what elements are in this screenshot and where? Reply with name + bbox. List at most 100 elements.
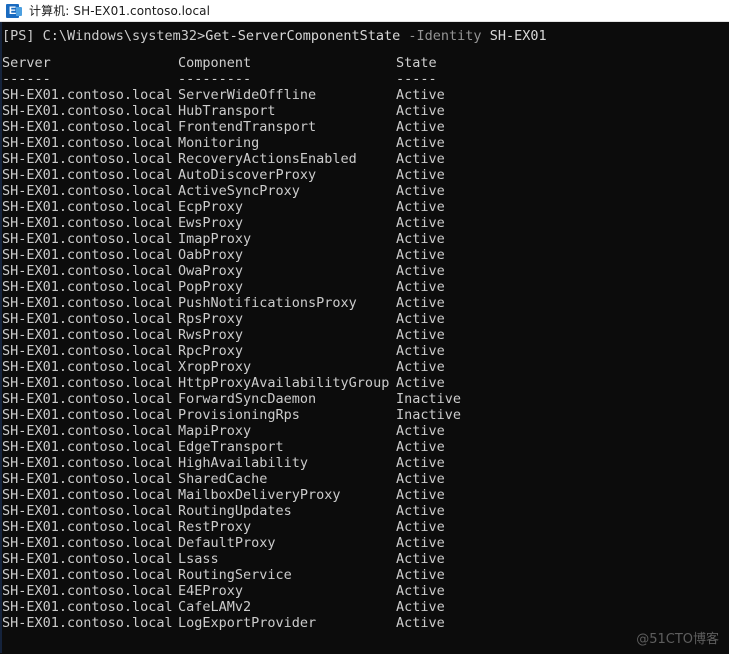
cell-state: Active <box>396 231 445 247</box>
table-row: SH-EX01.contoso.local MailboxDeliveryProx… <box>2 487 729 503</box>
cell-component: ProvisioningRps <box>178 407 300 423</box>
cell-server: SH-EX01.contoso.local <box>2 295 173 311</box>
cell-server: SH-EX01.contoso.local <box>2 231 173 247</box>
cell-component: FrontendTransport <box>178 119 317 135</box>
table-row: SH-EX01.contoso.local DefaultProxy Active <box>2 535 729 551</box>
table-row: SH-EX01.contoso.local RwsProxy Active <box>2 327 729 343</box>
table-row: SH-EX01.contoso.local ImapProxy Active <box>2 231 729 247</box>
command-parameter: -Identity <box>400 28 482 44</box>
cell-component: MailboxDeliveryProxy <box>178 487 341 503</box>
table-row: SH-EX01.contoso.local EcpProxy Active <box>2 199 729 215</box>
table-row: SH-EX01.contoso.local ServerWideOffline Ac… <box>2 87 729 103</box>
cell-component: ServerWideOffline <box>178 87 317 103</box>
underline-server: ------ <box>2 71 51 87</box>
cell-server: SH-EX01.contoso.local <box>2 327 173 343</box>
cell-server: SH-EX01.contoso.local <box>2 247 173 263</box>
cell-component: RecoveryActionsEnabled <box>178 151 357 167</box>
cell-component: CafeLAMv2 <box>178 599 252 615</box>
cell-server: SH-EX01.contoso.local <box>2 583 173 599</box>
cell-state: Active <box>396 423 445 439</box>
table-row: SH-EX01.contoso.local PopProxy Active <box>2 279 729 295</box>
table-row: SH-EX01.contoso.local HttpProxyAvailabili… <box>2 375 729 391</box>
cell-state: Active <box>396 199 445 215</box>
table-row: SH-EX01.contoso.local ForwardSyncDaemon In… <box>2 391 729 407</box>
table-row: SH-EX01.contoso.local AutoDiscoverProxy Ac… <box>2 167 729 183</box>
powershell-console[interactable]: [PS] C:\Windows\system32>Get-ServerCompo… <box>0 22 729 653</box>
table-row: SH-EX01.contoso.local CafeLAMv2 Active <box>2 599 729 615</box>
cell-component: Monitoring <box>178 135 260 151</box>
table-row: SH-EX01.contoso.local SharedCache Active <box>2 471 729 487</box>
cell-server: SH-EX01.contoso.local <box>2 279 173 295</box>
cell-component: ImapProxy <box>178 231 252 247</box>
table-row: SH-EX01.contoso.local EwsProxy Active <box>2 215 729 231</box>
cell-state: Active <box>396 135 445 151</box>
cell-state: Active <box>396 295 445 311</box>
cell-component: DefaultProxy <box>178 535 276 551</box>
cell-component: Lsass <box>178 551 219 567</box>
cell-server: SH-EX01.contoso.local <box>2 199 173 215</box>
cell-state: Active <box>396 87 445 103</box>
cell-state: Active <box>396 119 445 135</box>
cell-component: OwaProxy <box>178 263 244 279</box>
cell-server: SH-EX01.contoso.local <box>2 599 173 615</box>
cell-state: Active <box>396 455 445 471</box>
table-row: SH-EX01.contoso.local ProvisioningRps Inac… <box>2 407 729 423</box>
cell-state: Inactive <box>396 391 462 407</box>
table-row: SH-EX01.contoso.local RoutingUpdates Activ… <box>2 503 729 519</box>
cell-server: SH-EX01.contoso.local <box>2 567 173 583</box>
cell-state: Active <box>396 327 445 343</box>
cell-component: HighAvailability <box>178 455 309 471</box>
cell-component: RpcProxy <box>178 343 244 359</box>
cell-server: SH-EX01.contoso.local <box>2 167 173 183</box>
table-body: SH-EX01.contoso.local ServerWideOffline Ac… <box>2 87 729 631</box>
command-line: [PS] C:\Windows\system32>Get-ServerCompo… <box>2 28 729 44</box>
cell-state: Active <box>396 471 445 487</box>
cell-server: SH-EX01.contoso.local <box>2 487 173 503</box>
cell-component: RoutingUpdates <box>178 503 292 519</box>
cell-state: Active <box>396 359 445 375</box>
cell-component: HttpProxyAvailabilityGroup <box>178 375 390 391</box>
cell-component: RwsProxy <box>178 327 244 343</box>
cell-state: Active <box>396 439 445 455</box>
cell-component: RoutingService <box>178 567 292 583</box>
column-header-component: Component <box>178 55 252 71</box>
cell-state: Active <box>396 279 445 295</box>
cell-component: PopProxy <box>178 279 244 295</box>
cell-state: Active <box>396 551 445 567</box>
window-title: 计算机: SH-EX01.contoso.local <box>29 4 211 18</box>
cell-component: EcpProxy <box>178 199 244 215</box>
cell-state: Active <box>396 615 445 631</box>
cell-server: SH-EX01.contoso.local <box>2 103 173 119</box>
command-name: Get-ServerComponentState <box>205 28 401 44</box>
command-argument: SH-EX01 <box>481 28 547 44</box>
table-row: SH-EX01.contoso.local E4EProxy Active <box>2 583 729 599</box>
cell-server: SH-EX01.contoso.local <box>2 375 173 391</box>
table-row: SH-EX01.contoso.local RoutingService Activ… <box>2 567 729 583</box>
table-row: SH-EX01.contoso.local RestProxy Active <box>2 519 729 535</box>
cell-state: Active <box>396 503 445 519</box>
cell-component: ActiveSyncProxy <box>178 183 300 199</box>
cell-server: SH-EX01.contoso.local <box>2 551 173 567</box>
cell-server: SH-EX01.contoso.local <box>2 439 173 455</box>
cell-component: RestProxy <box>178 519 252 535</box>
cell-server: SH-EX01.contoso.local <box>2 87 173 103</box>
cell-component: E4EProxy <box>178 583 244 599</box>
cell-server: SH-EX01.contoso.local <box>2 471 173 487</box>
cell-server: SH-EX01.contoso.local <box>2 503 173 519</box>
exchange-icon: E <box>6 3 22 19</box>
cell-server: SH-EX01.contoso.local <box>2 311 173 327</box>
table-header-underline-row: ------ --------- ----- <box>2 71 729 87</box>
table-row: SH-EX01.contoso.local LogExportProvider Ac… <box>2 615 729 631</box>
cell-state: Active <box>396 183 445 199</box>
table-row: SH-EX01.contoso.local OwaProxy Active <box>2 263 729 279</box>
cell-server: SH-EX01.contoso.local <box>2 119 173 135</box>
cell-server: SH-EX01.contoso.local <box>2 359 173 375</box>
cell-component: EwsProxy <box>178 215 244 231</box>
cell-server: SH-EX01.contoso.local <box>2 183 173 199</box>
column-header-server: Server <box>2 55 51 71</box>
table-row: SH-EX01.contoso.local OabProxy Active <box>2 247 729 263</box>
cell-state: Active <box>396 535 445 551</box>
column-header-state: State <box>396 55 437 71</box>
cell-component: PushNotificationsProxy <box>178 295 357 311</box>
table-row: SH-EX01.contoso.local HighAvailability Act… <box>2 455 729 471</box>
